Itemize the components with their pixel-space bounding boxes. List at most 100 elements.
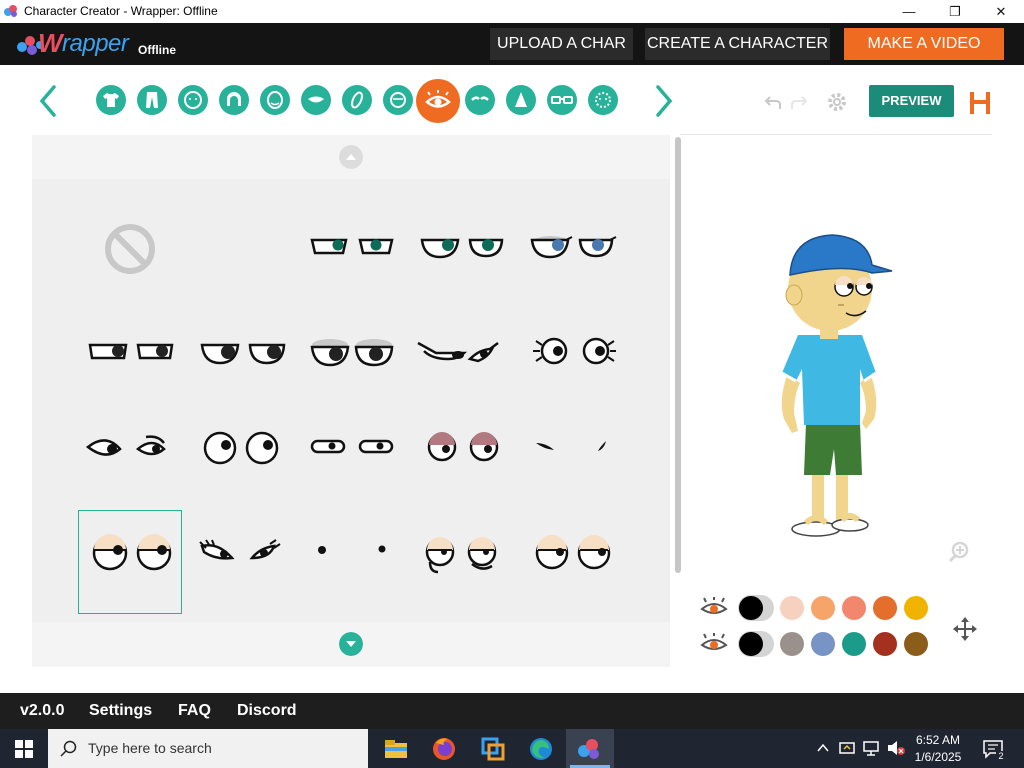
eyes-option[interactable]	[408, 510, 512, 614]
eyes-option[interactable]	[408, 301, 512, 405]
color-swatch[interactable]	[873, 632, 897, 656]
eyes-option[interactable]	[298, 405, 402, 509]
eyebrows-icon	[471, 96, 489, 101]
color-swatch[interactable]	[811, 632, 835, 656]
eyes-category-button[interactable]	[416, 79, 460, 123]
eyes-option[interactable]	[188, 405, 292, 509]
face-shape-category-button[interactable]	[260, 85, 290, 115]
hair-category-button[interactable]	[219, 85, 249, 115]
eyes-option[interactable]	[188, 510, 292, 614]
scroll-down-icon[interactable]	[339, 632, 363, 656]
window-title: Character Creator - Wrapper: Offline	[24, 4, 218, 18]
color-swatch[interactable]	[873, 596, 897, 620]
color-swatch[interactable]	[904, 632, 928, 656]
eyes-option[interactable]	[298, 510, 402, 614]
panel-scrollbar[interactable]	[675, 137, 681, 573]
eyes-preview-icon	[535, 535, 611, 570]
face-shape-icon	[267, 91, 283, 109]
save-icon[interactable]	[968, 90, 992, 116]
accessory-category-button[interactable]	[342, 85, 372, 115]
clock-time[interactable]: 6:52 AM	[908, 733, 968, 747]
eyes-preview-icon	[425, 537, 497, 574]
active-app-tab[interactable]	[566, 729, 614, 768]
panel-header	[32, 135, 670, 179]
security-icon[interactable]	[838, 740, 856, 756]
create-character-button[interactable]: CREATE A CHARACTER	[645, 28, 830, 60]
network-icon[interactable]	[862, 740, 880, 756]
upload-char-button[interactable]: UPLOAD A CHAR	[490, 28, 633, 60]
color-swatch[interactable]	[842, 632, 866, 656]
next-category-arrow-icon[interactable]	[652, 83, 676, 119]
speaker-muted-icon[interactable]	[886, 740, 906, 756]
minimize-button[interactable]: —	[886, 0, 932, 23]
eyes-preview-icon	[310, 238, 394, 255]
nose-category-button[interactable]	[506, 85, 536, 115]
redo-icon[interactable]	[790, 93, 808, 111]
close-button[interactable]: ✕	[978, 0, 1024, 23]
zoom-in-icon[interactable]	[948, 541, 970, 563]
eyes-option[interactable]	[518, 301, 622, 405]
app-window-icon[interactable]	[479, 735, 507, 763]
windows-start-icon[interactable]	[15, 740, 33, 758]
ears-category-button[interactable]	[383, 85, 413, 115]
character-figure	[781, 234, 893, 537]
taskbar-search-box[interactable]: Type here to search	[48, 729, 368, 768]
shirt-category-button[interactable]	[96, 85, 126, 115]
chevron-up-icon[interactable]	[816, 742, 830, 754]
color-swatch[interactable]	[842, 596, 866, 620]
move-icon[interactable]	[952, 616, 978, 642]
eyes-preview-icon	[417, 341, 499, 363]
eyes-option[interactable]	[298, 301, 402, 405]
eyes-option[interactable]	[518, 405, 622, 509]
prev-category-arrow-icon[interactable]	[36, 83, 60, 119]
preview-button[interactable]: PREVIEW	[869, 85, 954, 117]
make-video-button[interactable]: MAKE A VIDEO	[844, 28, 1004, 60]
settings-link[interactable]: Settings	[89, 693, 152, 729]
eyes-option-none[interactable]	[78, 197, 182, 301]
shirt-icon	[103, 93, 119, 107]
firefox-icon[interactable]	[430, 735, 458, 763]
eyes-preview-icon	[310, 339, 394, 367]
glasses-category-button[interactable]	[547, 85, 577, 115]
eyes-preview-icon	[427, 432, 499, 462]
eyes-option-selected[interactable]	[78, 510, 182, 614]
faq-link[interactable]: FAQ	[178, 693, 211, 729]
clock-date[interactable]: 1/6/2025	[908, 750, 968, 764]
eyes-option[interactable]	[78, 405, 182, 509]
file-explorer-icon[interactable]	[382, 735, 410, 763]
color-picker-1[interactable]	[738, 595, 774, 621]
brand-offline: Offline	[138, 43, 176, 57]
undo-icon[interactable]	[764, 93, 782, 111]
color-swatch[interactable]	[904, 596, 928, 620]
eye-icon	[425, 90, 451, 108]
edge-icon[interactable]	[527, 735, 555, 763]
eyes-option[interactable]	[408, 197, 512, 301]
eyes-option[interactable]	[408, 405, 512, 509]
scroll-up-icon[interactable]	[339, 145, 363, 169]
eye-color-2-icon	[700, 633, 728, 650]
head-icon	[184, 91, 202, 109]
eyes-option[interactable]	[188, 301, 292, 405]
maximize-button[interactable]: ❐	[932, 0, 978, 23]
eyes-option[interactable]	[518, 197, 622, 301]
color-swatch[interactable]	[780, 596, 804, 620]
eyes-option[interactable]	[518, 510, 622, 614]
brand-w: W	[38, 28, 63, 58]
beard-category-button[interactable]	[588, 85, 618, 115]
head-category-button[interactable]	[178, 85, 208, 115]
eyebrows-category-button[interactable]	[465, 85, 495, 115]
eyes-preview-icon	[199, 539, 281, 560]
eyes-option[interactable]	[78, 301, 182, 405]
mouth-category-button[interactable]	[301, 85, 331, 115]
pants-category-button[interactable]	[137, 85, 167, 115]
gear-icon[interactable]	[825, 90, 849, 114]
eye-color-icon	[700, 597, 728, 614]
panel-footer	[32, 622, 670, 667]
eyes-preview-icon	[533, 337, 616, 365]
eyes-option[interactable]	[298, 197, 402, 301]
color-picker-2[interactable]	[738, 631, 774, 657]
current-color-swatch	[739, 596, 763, 620]
discord-link[interactable]: Discord	[237, 693, 297, 729]
color-swatch[interactable]	[811, 596, 835, 620]
color-swatch[interactable]	[780, 632, 804, 656]
